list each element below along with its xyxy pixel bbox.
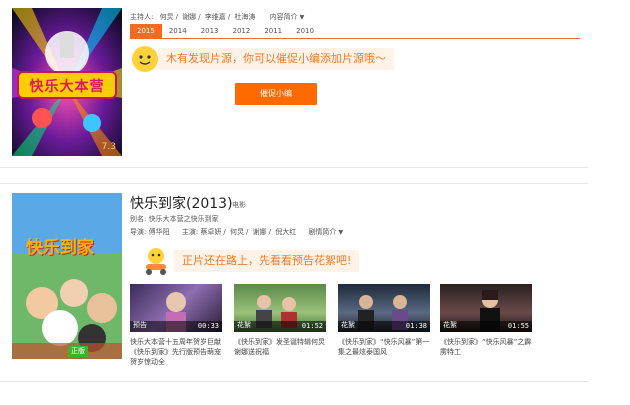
clip-label: 花絮 <box>443 321 457 329</box>
year-tab-2015[interactable]: 2015 <box>130 24 162 38</box>
clip-label: 花絮 <box>341 321 355 329</box>
clip-duration: 01:38 <box>405 322 427 330</box>
poster-title-text: 快乐大本营 <box>29 79 105 95</box>
hd-badge: 正版 <box>68 346 88 357</box>
intro-label: 内容简介 <box>269 13 298 21</box>
year-tabs: 2015 2014 2013 2012 2011 2010 <box>130 24 321 38</box>
host-link[interactable]: 李维嘉 <box>205 13 226 21</box>
cast-link[interactable]: 谢娜 <box>253 228 267 236</box>
urge-editor-button[interactable]: 催促小编 <box>235 83 317 105</box>
clip-thumbnail[interactable]: 花絮 01:55 <box>440 284 532 332</box>
host-link[interactable]: 何炅 <box>160 13 174 21</box>
trailer-notice: 正片还在路上，先看看预告花絮吧! <box>140 245 360 277</box>
director-label: 导演: <box>130 228 147 236</box>
year-tab-2012[interactable]: 2012 <box>225 24 257 38</box>
clip-label: 预告 <box>133 321 147 329</box>
year-tabs-underline <box>130 38 580 39</box>
clip-label: 花絮 <box>237 321 251 329</box>
alias-line: 别名: 快乐大本营之快乐到家 <box>130 214 219 224</box>
clip-title[interactable]: 《快乐到家》发圣诞特辑何炅谢娜送祝福 <box>234 337 330 357</box>
chevron-down-icon: ▼ <box>299 14 305 21</box>
type-tag: 电影 <box>232 201 246 209</box>
show-title[interactable]: 快乐到家(2013) <box>130 193 233 213</box>
host-link[interactable]: 谢娜 <box>182 13 196 21</box>
cast-label: 主演: <box>181 228 199 236</box>
alias-value: 快乐大本营之快乐到家 <box>148 215 219 223</box>
poster-art <box>12 193 122 359</box>
rating-badge: 7.3 <box>101 142 116 152</box>
poster-happy-camp[interactable]: 快乐大本营 7.3 <box>12 8 122 156</box>
intro-toggle[interactable]: 内容简介 ▼ <box>270 13 305 21</box>
plot-label: 剧情简介 <box>308 228 337 236</box>
clip-title[interactable]: 《快乐到家》“快乐风暴”之霹雳特工 <box>440 337 536 357</box>
clip-thumbnail[interactable]: 花絮 01:52 <box>234 284 326 332</box>
hosts-label: 主持人: <box>130 13 154 21</box>
hosts-line: 主持人: 何炅 / 谢娜 / 李维嘉 / 杜海涛 内容简介 ▼ <box>130 13 305 21</box>
clip-duration: 00:33 <box>197 322 219 330</box>
notice-text: 正片还在路上，先看看预告花絮吧! <box>174 250 360 272</box>
year-tab-2010[interactable]: 2010 <box>289 24 321 38</box>
notice-text: 木有发现片源，你可以催促小编添加片源哦～ <box>158 48 394 70</box>
year-tab-2013[interactable]: 2013 <box>194 24 226 38</box>
year-tab-2014[interactable]: 2014 <box>162 24 194 38</box>
year-tab-2011[interactable]: 2011 <box>257 24 289 38</box>
clip-thumbnail[interactable]: 花絮 01:38 <box>338 284 430 332</box>
clip-duration: 01:55 <box>507 322 529 330</box>
show-card-1: 快乐大本营 7.3 主持人: 何炅 / 谢娜 / 李维嘉 / 杜海涛 内容简介 ▼ 20… <box>0 0 588 168</box>
director-link[interactable]: 傅华阳 <box>149 228 170 236</box>
clip-duration: 01:52 <box>301 322 323 330</box>
cast-link[interactable]: 倪大红 <box>275 228 296 236</box>
mascot-icon <box>132 46 158 72</box>
clip-thumbnail[interactable]: 预告 00:33 <box>130 284 222 332</box>
scooter-mascot-icon <box>140 245 172 277</box>
plot-toggle[interactable]: 剧情简介 ▼ <box>308 228 343 236</box>
alias-label: 别名: <box>130 215 147 223</box>
credits-line: 导演: 傅华阳 主演: 蔡卓妍 / 何炅 / 谢娜 / 倪大红 剧情简介 ▼ <box>130 228 344 236</box>
poster-happy-home[interactable]: 快乐到家 <box>12 193 122 359</box>
poster-title-text: 快乐到家 <box>26 238 94 258</box>
host-link[interactable]: 杜海涛 <box>234 13 255 21</box>
clip-title[interactable]: 快乐大本营十五周年贺岁巨献《快乐到家》先行版预告萌宠贺岁惊动全 <box>130 337 226 367</box>
clip-title[interactable]: 《快乐到家》“快乐风暴”第一集之最炫泰国风 <box>338 337 434 357</box>
cast-link[interactable]: 何炅 <box>230 228 244 236</box>
chevron-down-icon: ▼ <box>338 229 344 236</box>
no-source-notice: 木有发现片源，你可以催促小编添加片源哦～ <box>132 46 394 72</box>
cast-link[interactable]: 蔡卓妍 <box>200 228 221 236</box>
